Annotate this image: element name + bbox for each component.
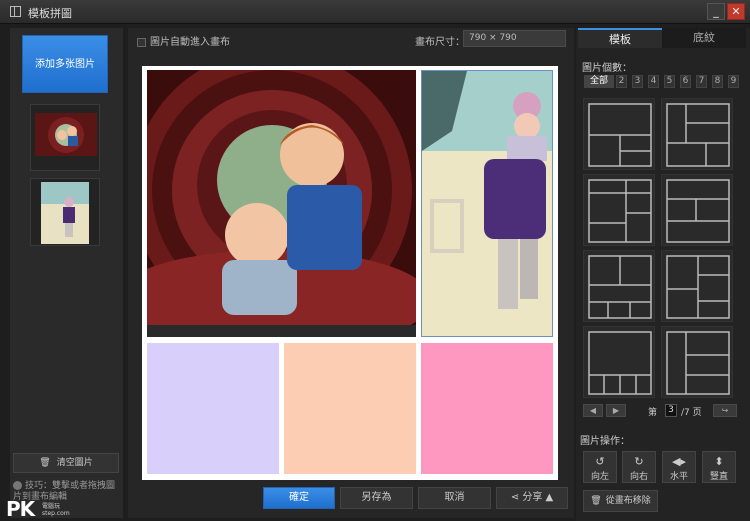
share-icon: ⋖ xyxy=(510,492,523,503)
layout-template[interactable] xyxy=(661,250,733,322)
auto-add-checkbox[interactable] xyxy=(137,37,146,47)
clear-images-label: 清空圖片 xyxy=(56,458,93,468)
remove-from-canvas-button[interactable]: 🗑 從畫布移除 xyxy=(583,490,658,512)
photo-cell-girl-snow[interactable] xyxy=(421,70,553,337)
count-filter-all[interactable]: 全部 xyxy=(584,75,614,88)
image-count-label: 圖片個數： xyxy=(582,63,632,74)
add-images-button[interactable]: 添加多张图片 xyxy=(22,35,108,93)
cancel-button[interactable]: 取消 xyxy=(418,487,491,509)
rotate-right-label: 向右 xyxy=(629,472,648,482)
auto-add-label: 圖片自動進入畫布 xyxy=(150,37,230,48)
layout-template[interactable] xyxy=(661,174,733,246)
next-page-button[interactable]: ▶ xyxy=(606,404,626,417)
watermark-text: 電腦玩 step.com xyxy=(42,503,70,517)
thumbnail-image xyxy=(41,182,89,244)
share-label: 分享 xyxy=(522,492,543,503)
rotate-right-icon: ↻ xyxy=(634,455,644,468)
share-button[interactable]: ⋖ 分享 ▲ xyxy=(496,487,568,509)
empty-cell-lavender[interactable] xyxy=(147,343,279,474)
count-filter-9[interactable]: 9 xyxy=(728,75,739,88)
flip-horizontal-label: 水平 xyxy=(669,472,688,482)
watermark-logo: PK xyxy=(6,497,35,521)
watermark-line-1: 電腦玩 xyxy=(42,503,61,510)
thumbnail-image xyxy=(35,113,97,162)
minimize-button[interactable]: _ xyxy=(707,3,725,20)
close-button[interactable]: ✕ xyxy=(727,3,745,20)
photo-cell-kids-tunnel[interactable] xyxy=(147,70,416,337)
chevron-up-icon: ▲ xyxy=(545,492,554,503)
thumbnail-item[interactable] xyxy=(30,178,100,246)
count-filter-7[interactable]: 7 xyxy=(696,75,707,88)
rotate-left-button[interactable]: ↺ 向左 xyxy=(583,451,617,483)
thumbnail-item[interactable] xyxy=(30,104,100,171)
window-title: 模板拼圖 xyxy=(28,7,72,20)
watermark-line-2: step.com xyxy=(42,510,70,517)
save-as-button[interactable]: 另存為 xyxy=(340,487,413,509)
go-page-button[interactable]: ↪ xyxy=(713,404,737,417)
flip-horizontal-button[interactable]: ◀▸ 水平 xyxy=(662,451,696,483)
count-filter-2[interactable]: 2 xyxy=(616,75,627,88)
layout-template[interactable] xyxy=(583,326,655,398)
app-icon xyxy=(10,6,21,17)
flip-vertical-button[interactable]: ⬍ 豎直 xyxy=(702,451,736,483)
left-panel xyxy=(10,28,123,518)
layout-template[interactable] xyxy=(583,98,655,170)
image-ops-label: 圖片操作： xyxy=(580,436,630,447)
empty-cell-peach[interactable] xyxy=(284,343,416,474)
tab-backgrounds[interactable]: 底紋 xyxy=(662,28,746,48)
page-label-suffix: /7 页 xyxy=(681,408,702,418)
count-filter-4[interactable]: 4 xyxy=(648,75,659,88)
rotate-right-button[interactable]: ↻ 向右 xyxy=(622,451,656,483)
canvas-size-label: 畫布尺寸： xyxy=(415,37,465,48)
empty-cell-pink[interactable] xyxy=(421,343,553,474)
current-page-field[interactable]: 3 xyxy=(665,404,677,417)
canvas-size-field[interactable]: 790 × 790 xyxy=(463,30,566,47)
flip-vertical-label: 豎直 xyxy=(709,472,728,482)
count-filter-8[interactable]: 8 xyxy=(712,75,723,88)
flip-horizontal-icon: ◀▸ xyxy=(672,455,686,468)
page-label-prefix: 第 xyxy=(648,408,658,418)
ok-button[interactable]: 確定 xyxy=(263,487,335,509)
info-icon xyxy=(13,481,22,490)
title-bar: 模板拼圖 _ ✕ xyxy=(0,0,750,24)
count-filter-5[interactable]: 5 xyxy=(664,75,675,88)
count-filter-3[interactable]: 3 xyxy=(632,75,643,88)
trash-icon: 🗑 xyxy=(590,496,602,506)
layout-template[interactable] xyxy=(583,250,655,322)
remove-from-canvas-label: 從畫布移除 xyxy=(605,496,651,506)
rotate-left-label: 向左 xyxy=(590,472,609,482)
count-filter-6[interactable]: 6 xyxy=(680,75,691,88)
tab-templates[interactable]: 模板 xyxy=(578,28,662,48)
trash-icon: 🗑 xyxy=(39,458,51,468)
layout-template[interactable] xyxy=(583,174,655,246)
rotate-left-icon: ↺ xyxy=(595,455,605,468)
prev-page-button[interactable]: ◀ xyxy=(583,404,603,417)
flip-vertical-icon: ⬍ xyxy=(714,455,724,468)
auto-add-option[interactable]: 圖片自動進入畫布 xyxy=(137,33,230,48)
layout-template[interactable] xyxy=(661,98,733,170)
layout-template[interactable] xyxy=(661,326,733,398)
clear-images-button[interactable]: 🗑 清空圖片 xyxy=(13,453,119,473)
